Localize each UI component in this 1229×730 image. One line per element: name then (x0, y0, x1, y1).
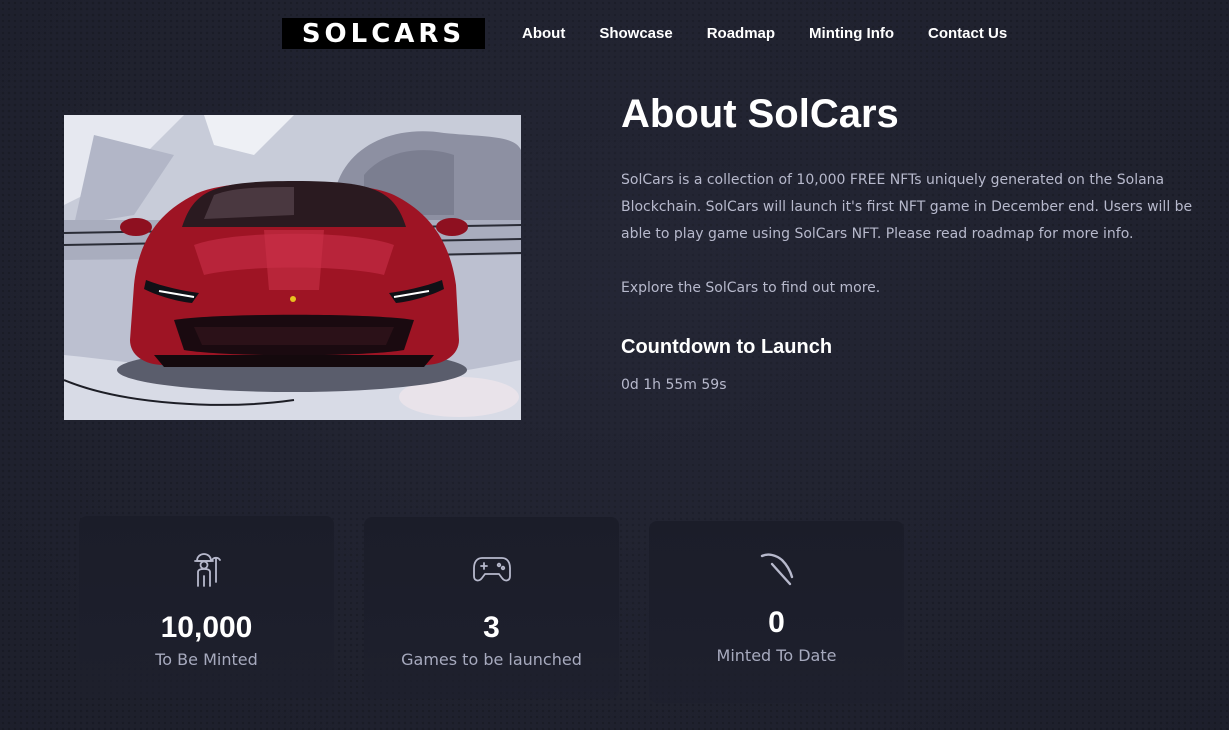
gamepad-icon (472, 549, 512, 589)
stat-label: To Be Minted (155, 650, 258, 669)
nav-minting-info[interactable]: Minting Info (809, 25, 894, 45)
miner-icon (187, 550, 227, 590)
stat-number: 10,000 (160, 611, 253, 644)
nav-about[interactable]: About (522, 25, 565, 45)
stat-label: Games to be launched (401, 650, 582, 669)
pickaxe-icon (757, 549, 797, 589)
countdown-title: Countdown to Launch (621, 336, 833, 358)
stat-number: 3 (483, 611, 500, 644)
nav-roadmap[interactable]: Roadmap (707, 25, 775, 45)
stat-card-minted-to-date: 0 Minted To Date (649, 521, 904, 703)
nav-contact-us[interactable]: Contact Us (928, 25, 1007, 45)
stat-number: 0 (768, 606, 785, 639)
main-nav: About Showcase Roadmap Minting Info Cont… (522, 25, 1041, 45)
stat-card-to-be-minted: 10,000 To Be Minted (79, 516, 334, 698)
logo[interactable]: SOLCARS (282, 18, 485, 49)
about-description: SolCars is a collection of 10,000 FREE N… (621, 172, 1193, 242)
countdown-timer: 0d 1h 55m 59s (621, 377, 727, 393)
stat-label: Minted To Date (716, 646, 837, 665)
stat-card-games: 3 Games to be launched (364, 517, 619, 699)
explore-text: Explore the SolCars to find out more. (621, 280, 881, 296)
nav-showcase[interactable]: Showcase (599, 25, 672, 45)
hero-car-image (64, 115, 521, 420)
about-title: About SolCars (621, 92, 899, 136)
